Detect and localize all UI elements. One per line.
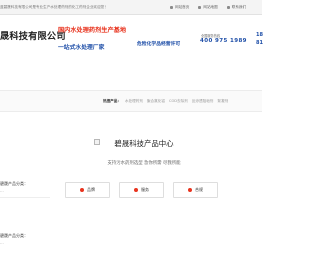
slogan-main: 国内水处理药剂生产基地 <box>58 27 127 34</box>
hot-search-item[interactable]: 聚合氯化铝 <box>147 91 165 111</box>
hot-search-item[interactable]: COD去除剂 <box>169 91 188 111</box>
home-link-label: 网站首页 <box>175 5 190 9</box>
category-title-1[interactable]: 碧晟产品分类： <box>0 181 28 187</box>
slogan-sub: 一站式水处理厂家 <box>58 45 105 51</box>
company-logo-text[interactable]: 晟科技有限公司 <box>0 28 66 42</box>
edge-number-1: 18 <box>256 32 263 38</box>
contact-icon <box>226 5 230 9</box>
welcome-text: 蓝碧晟科技有限公司是专业生产水处理药剂的化工药剂企业欢迎您！ <box>0 5 108 9</box>
sitemap-icon <box>198 5 202 9</box>
hot-search-list: 水处理药剂 聚合氯化铝 COD去除剂 反渗透阻垢剂 絮凝剂 <box>125 91 228 111</box>
site-header <box>0 15 262 77</box>
brand-title: 碧晟科技产品中心 <box>114 139 174 148</box>
brand-button[interactable]: 品牌 <box>65 182 110 198</box>
compliance-icon <box>188 188 192 192</box>
category-divider <box>0 197 50 198</box>
hot-search-item[interactable]: 反渗透阻垢剂 <box>192 91 214 111</box>
brand-icon <box>80 188 84 192</box>
hot-search-item[interactable]: 絮凝剂 <box>217 91 228 111</box>
hot-search-bar: 热搜产品： 水处理药剂 聚合氯化铝 COD去除剂 反渗透阻垢剂 絮凝剂 <box>0 90 262 112</box>
brand-section <box>88 132 262 272</box>
compliance-button-label: 合规 <box>195 187 203 192</box>
edge-number-2: 81 <box>256 40 263 46</box>
service-button-label: 服务 <box>141 187 149 192</box>
category-sub-1: ... <box>0 188 4 193</box>
category-title-2[interactable]: 碧晟产品分类： <box>0 233 28 239</box>
top-bar: 蓝碧晟科技有限公司是专业生产水处理药剂的化工药剂企业欢迎您！ 网站首页 网站地图… <box>0 0 262 15</box>
brand-button-label: 品牌 <box>87 187 95 192</box>
service-icon <box>134 188 138 192</box>
license-text: 危险化学品经营许可 <box>137 42 181 47</box>
service-button[interactable]: 服务 <box>119 182 164 198</box>
home-link[interactable]: 网站首页 <box>170 0 189 14</box>
sitemap-link-label: 网站地图 <box>203 5 218 9</box>
hot-search-item[interactable]: 水处理药剂 <box>125 91 143 111</box>
compliance-button[interactable]: 合规 <box>173 182 218 198</box>
hot-search-label: 热搜产品： <box>103 99 121 103</box>
category-sub-2: ... <box>0 240 4 245</box>
contact-link-label: 联系我们 <box>231 5 247 9</box>
brand-subtitle: 支持污水药剂选型 急你所需 尽我所能 <box>107 161 181 166</box>
brand-buttons: 品牌 服务 合规 <box>65 182 218 198</box>
hotline-number[interactable]: 400 975 1989 <box>200 38 247 44</box>
sitemap-link[interactable]: 网站地图 <box>198 0 218 14</box>
contact-link[interactable]: 联系我们 <box>226 0 247 14</box>
top-links: 网站首页 网站地图 联系我们 <box>170 0 246 14</box>
home-icon <box>170 5 173 9</box>
